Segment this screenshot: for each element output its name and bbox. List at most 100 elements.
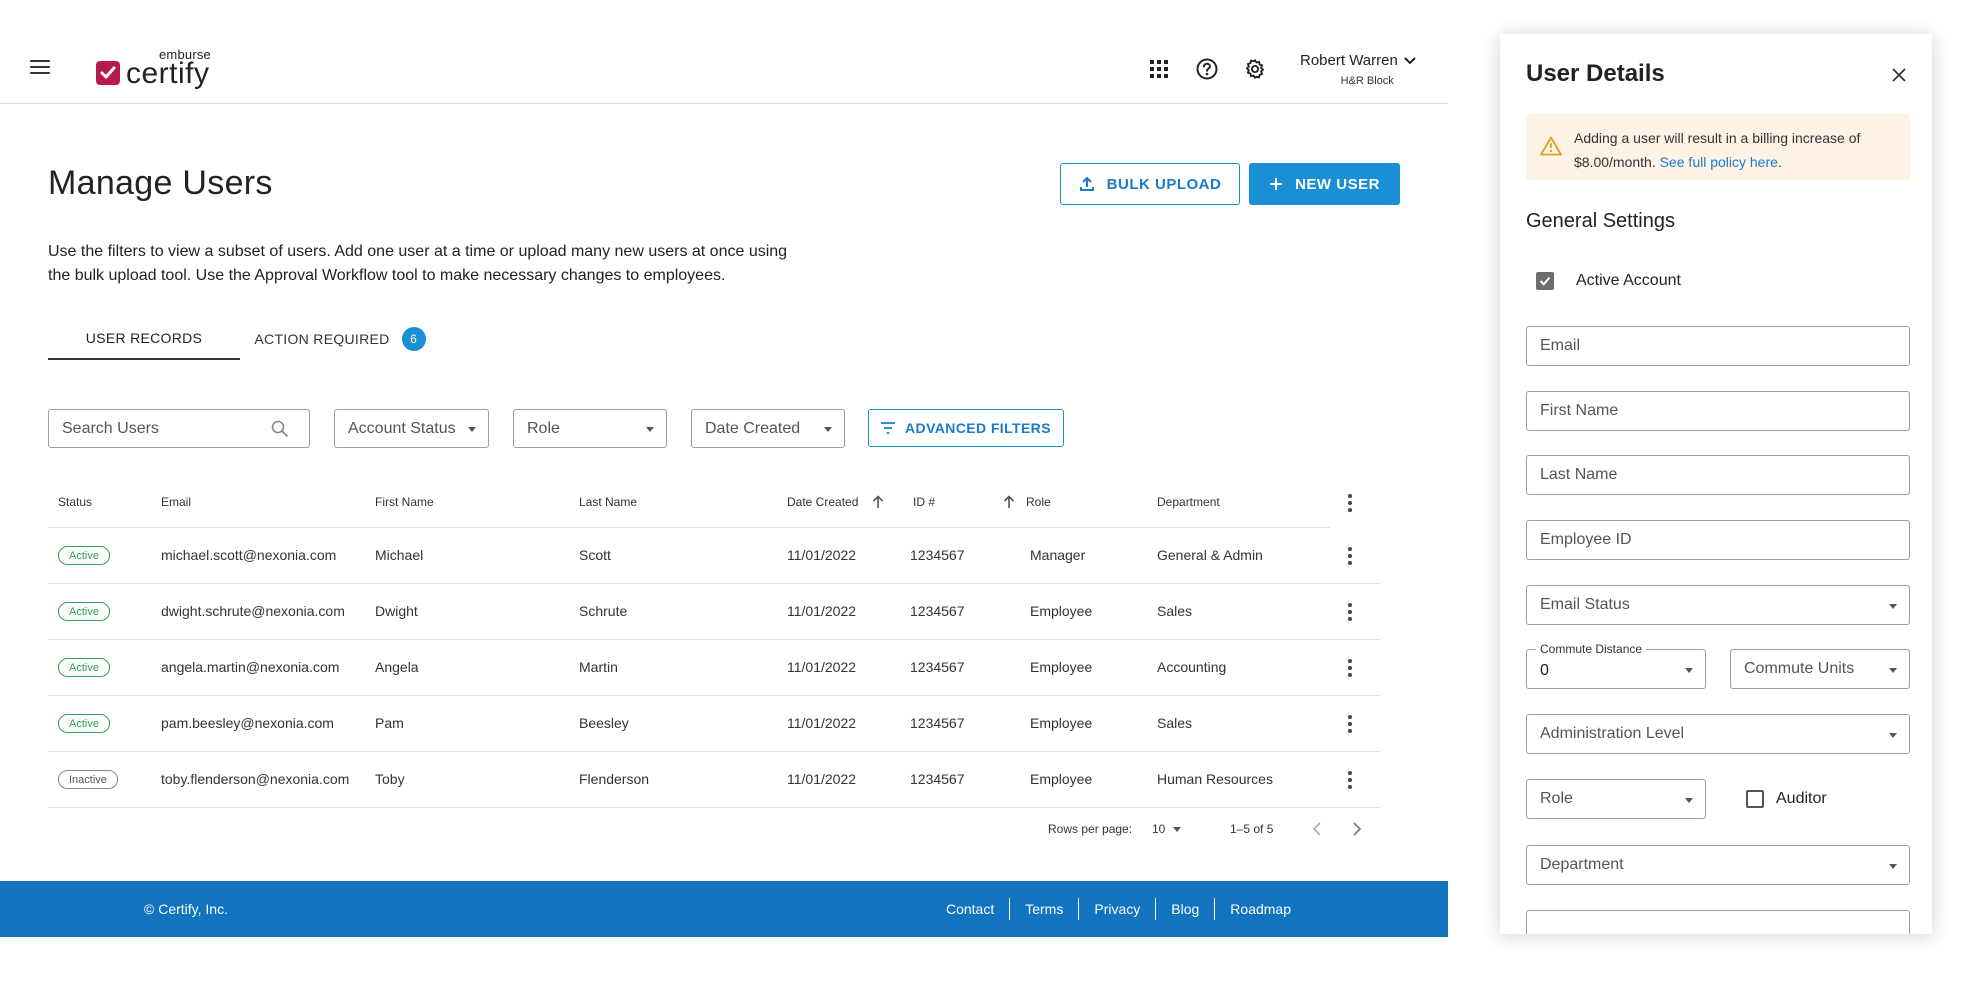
role-filter-select[interactable]: Role bbox=[513, 409, 667, 448]
billing-alert: Adding a user will result in a billing i… bbox=[1526, 114, 1910, 180]
employee-id-field[interactable]: Employee ID bbox=[1526, 520, 1910, 560]
next-page-icon[interactable] bbox=[1352, 822, 1362, 836]
first-name-field[interactable]: First Name bbox=[1526, 391, 1910, 431]
next-field-partial[interactable] bbox=[1526, 910, 1910, 934]
tab-action-required[interactable]: ACTION REQUIRED 6 bbox=[240, 318, 440, 360]
cell-department: Accounting bbox=[1157, 659, 1227, 675]
department-select[interactable]: Department bbox=[1526, 845, 1910, 885]
user-company: H&R Block bbox=[1340, 75, 1394, 87]
auditor-checkbox[interactable] bbox=[1746, 790, 1764, 808]
search-placeholder: Search Users bbox=[62, 419, 159, 437]
footer-link-blog[interactable]: Blog bbox=[1155, 898, 1214, 920]
footer-link-terms[interactable]: Terms bbox=[1009, 898, 1078, 920]
email-placeholder: Email bbox=[1540, 337, 1581, 354]
table-row[interactable]: Inactive toby.flenderson@nexonia.com Tob… bbox=[48, 752, 1380, 808]
new-user-button[interactable]: NEW USER bbox=[1249, 163, 1400, 205]
logo-main-text: certify bbox=[126, 57, 210, 90]
col-first-name[interactable]: First Name bbox=[375, 495, 434, 509]
last-name-placeholder: Last Name bbox=[1540, 466, 1618, 483]
administration-level-select[interactable]: Administration Level bbox=[1526, 714, 1910, 754]
cell-last-name: Flenderson bbox=[579, 771, 650, 787]
last-name-field[interactable]: Last Name bbox=[1526, 455, 1910, 495]
status-badge: Active bbox=[58, 658, 110, 677]
cell-last-name: Scott bbox=[579, 547, 611, 563]
brand-logo[interactable]: emburse certify bbox=[96, 48, 211, 89]
apps-grid-icon[interactable] bbox=[1148, 58, 1170, 80]
status-badge: Active bbox=[58, 714, 110, 733]
rows-per-page-value: 10 bbox=[1152, 822, 1166, 836]
email-field[interactable]: Email bbox=[1526, 326, 1910, 366]
bulk-upload-label: BULK UPLOAD bbox=[1106, 175, 1222, 193]
user-name: Robert Warren bbox=[1300, 52, 1398, 69]
row-menu-kebab-icon[interactable] bbox=[1340, 600, 1360, 624]
commute-distance-select[interactable]: Commute Distance 0 bbox=[1526, 642, 1706, 689]
date-created-select[interactable]: Date Created bbox=[691, 409, 845, 448]
bulk-upload-button[interactable]: BULK UPLOAD bbox=[1060, 163, 1240, 205]
table-row[interactable]: Active michael.scott@nexonia.com Michael… bbox=[48, 528, 1380, 584]
commute-units-select[interactable]: Commute Units bbox=[1730, 649, 1910, 689]
footer-link-privacy[interactable]: Privacy bbox=[1078, 898, 1155, 920]
column-menu-kebab-icon[interactable] bbox=[1340, 491, 1360, 515]
sort-arrow-up-icon[interactable] bbox=[872, 495, 884, 509]
settings-gear-icon[interactable] bbox=[1244, 58, 1266, 80]
col-role[interactable]: Role bbox=[1026, 495, 1051, 509]
cell-department: Sales bbox=[1157, 603, 1193, 619]
advanced-filters-label: ADVANCED FILTERS bbox=[905, 420, 1051, 436]
footer-link-contact[interactable]: Contact bbox=[931, 898, 1009, 920]
general-settings-title: General Settings bbox=[1526, 210, 1675, 232]
active-account-label: Active Account bbox=[1576, 272, 1681, 289]
prev-page-icon[interactable] bbox=[1312, 822, 1322, 836]
table-row[interactable]: Active pam.beesley@nexonia.com Pam Beesl… bbox=[48, 696, 1380, 752]
tab-label: ACTION REQUIRED bbox=[254, 331, 390, 347]
employee-id-placeholder: Employee ID bbox=[1540, 531, 1632, 548]
cell-last-name: Martin bbox=[579, 659, 618, 675]
cell-id: 1234567 bbox=[910, 715, 965, 731]
active-account-checkbox[interactable] bbox=[1536, 272, 1554, 290]
drawer-role-select[interactable]: Role bbox=[1526, 779, 1706, 819]
cell-first-name: Michael bbox=[375, 547, 424, 563]
action-required-badge: 6 bbox=[401, 327, 426, 351]
first-name-placeholder: First Name bbox=[1540, 402, 1619, 419]
col-last-name[interactable]: Last Name bbox=[579, 495, 637, 509]
email-status-select[interactable]: Email Status bbox=[1526, 585, 1910, 625]
auditor-label: Auditor bbox=[1776, 790, 1827, 807]
rows-per-page-select[interactable]: 10 bbox=[1152, 822, 1182, 836]
table-row[interactable]: Active dwight.schrute@nexonia.com Dwight… bbox=[48, 584, 1380, 640]
row-menu-kebab-icon[interactable] bbox=[1340, 712, 1360, 736]
account-status-select[interactable]: Account Status bbox=[334, 409, 489, 448]
col-email[interactable]: Email bbox=[161, 495, 191, 509]
col-department[interactable]: Department bbox=[1157, 495, 1220, 509]
caret-down-icon bbox=[468, 427, 476, 432]
footer-link-roadmap[interactable]: Roadmap bbox=[1214, 898, 1306, 920]
menu-icon[interactable] bbox=[30, 60, 50, 74]
commute-distance-label: Commute Distance bbox=[1536, 642, 1647, 656]
close-icon[interactable] bbox=[1888, 64, 1910, 86]
tab-user-records[interactable]: USER RECORDS bbox=[48, 318, 240, 360]
email-status-value: Email Status bbox=[1540, 596, 1630, 613]
user-menu[interactable]: Robert Warren H&R Block bbox=[1300, 52, 1416, 87]
cell-id: 1234567 bbox=[910, 771, 965, 787]
caret-down-icon bbox=[1889, 733, 1897, 738]
cell-id: 1234567 bbox=[910, 659, 965, 675]
caret-down-icon bbox=[1889, 668, 1897, 673]
footer-links: Contact Terms Privacy Blog Roadmap bbox=[931, 898, 1306, 920]
filter-icon bbox=[881, 422, 896, 434]
sort-arrow-up-icon[interactable] bbox=[1003, 495, 1015, 509]
col-id[interactable]: ID # bbox=[913, 495, 1015, 509]
advanced-filters-button[interactable]: ADVANCED FILTERS bbox=[868, 409, 1064, 447]
search-users-input[interactable]: Search Users bbox=[48, 409, 310, 448]
col-date-created[interactable]: Date Created bbox=[787, 495, 884, 509]
cell-date: 11/01/2022 bbox=[787, 547, 857, 563]
tabs: USER RECORDS ACTION REQUIRED 6 bbox=[48, 318, 440, 360]
row-menu-kebab-icon[interactable] bbox=[1340, 768, 1360, 792]
policy-link[interactable]: See full policy here bbox=[1660, 154, 1778, 170]
row-menu-kebab-icon[interactable] bbox=[1340, 656, 1360, 680]
caret-down-icon bbox=[1685, 668, 1693, 673]
row-menu-kebab-icon[interactable] bbox=[1340, 544, 1360, 568]
table-row[interactable]: Active angela.martin@nexonia.com Angela … bbox=[48, 640, 1380, 696]
footer-copyright: © Certify, Inc. bbox=[144, 901, 228, 917]
col-status[interactable]: Status bbox=[58, 495, 92, 509]
cell-department: Sales bbox=[1157, 715, 1193, 731]
help-icon[interactable] bbox=[1196, 58, 1218, 80]
cell-first-name: Angela bbox=[375, 659, 419, 675]
